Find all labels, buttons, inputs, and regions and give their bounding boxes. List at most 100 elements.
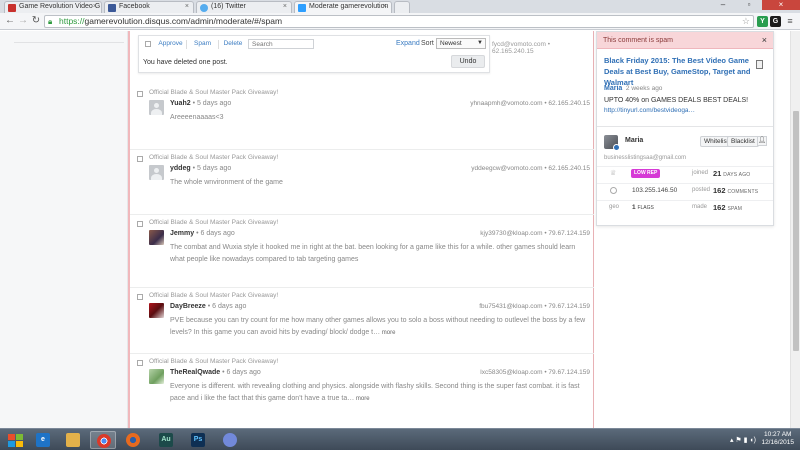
tab-twitter[interactable]: (16) Twitter × (196, 1, 292, 13)
maximize-button[interactable]: ▫ (736, 0, 762, 10)
undo-button[interactable]: Undo (451, 55, 485, 68)
stat-row-reputation: ♕ LOW REP joined 21 DAYS AGO (597, 166, 773, 180)
tab-close-icon[interactable]: × (283, 2, 287, 12)
comment-email-ip: yhnaapmh@vomoto.com • 62.165.240.15 (470, 100, 590, 107)
comment-text: The combat and Wuxia style it hooked me … (170, 244, 576, 263)
clock-date: 12/16/2015 (761, 439, 794, 446)
thread-title[interactable]: Official Blade & Soul Master Pack Giveaw… (149, 358, 278, 365)
globe-icon (610, 187, 617, 194)
reload-icon[interactable]: ↻ (30, 15, 42, 27)
more-link[interactable]: more (380, 330, 396, 336)
comment-email-ip: fbu75431@kloap.com • 79.67.124.159 (479, 303, 590, 310)
extension-y-icon[interactable]: Y (757, 16, 768, 27)
blacklist-button[interactable]: Blacklist (727, 136, 759, 147)
comment-author[interactable]: DayBreeze • 6 days ago (170, 303, 246, 310)
search-input[interactable] (248, 39, 314, 49)
comment-meta: Maria 2 weeks ago (604, 85, 663, 92)
address-bar[interactable]: 🔒︎ https://gamerevolution.disqus.com/adm… (44, 15, 754, 28)
clock[interactable]: 10:27 AM 12/16/2015 (761, 431, 794, 449)
file-explorer-icon[interactable] (60, 431, 86, 449)
photoshop-icon[interactable]: Ps (185, 431, 211, 449)
close-icon[interactable]: × (762, 32, 767, 49)
user-profile-icon[interactable]: 👤︎ (757, 136, 767, 146)
comment-checkbox[interactable] (137, 221, 143, 227)
comment-author[interactable]: yddeg • 5 days ago (170, 165, 231, 172)
comment-checkbox[interactable] (137, 91, 143, 97)
system-tray-icons[interactable]: ▴ ⚑ ▮ ◖) (730, 436, 756, 444)
made-label: made (692, 204, 708, 210)
url-text: https://gamerevolution.disqus.com/admin/… (59, 16, 283, 26)
spam-value: 162 SPAM (713, 203, 743, 212)
discord-icon[interactable] (217, 431, 243, 449)
delete-button[interactable]: Delete (219, 40, 247, 49)
comment-row[interactable]: Official Blade & Soul Master Pack Giveaw… (130, 288, 594, 354)
comment-row[interactable]: Official Blade & Soul Master Pack Giveaw… (130, 150, 594, 215)
tab-strip: Game Revolution Video G × Facebook × (16… (0, 0, 800, 13)
avatar[interactable] (149, 369, 164, 384)
avatar[interactable] (149, 230, 164, 245)
more-link[interactable]: more (354, 396, 370, 402)
comment-checkbox[interactable] (137, 360, 143, 366)
select-all-checkbox[interactable] (145, 41, 151, 47)
comment-row[interactable]: Official Blade & Soul Master Pack Giveaw… (130, 215, 594, 288)
comment-author[interactable]: Yuah2 • 5 days ago (170, 100, 231, 107)
chevron-down-icon: ▼ (477, 40, 483, 46)
comment-email-ip: kjy39730@kloap.com • 79.67.124.159 (480, 230, 590, 237)
expand-link[interactable]: Expand (396, 39, 420, 49)
close-window-button[interactable]: × (762, 0, 800, 10)
page-scrollbar[interactable] (790, 31, 800, 428)
comment-email-ip: lxc58305@kloap.com • 79.67.124.159 (480, 369, 590, 376)
adobe-audition-icon[interactable]: Au (153, 431, 179, 449)
approve-button[interactable]: Approve (155, 40, 187, 49)
comment-checkbox[interactable] (137, 156, 143, 162)
avatar[interactable] (149, 303, 164, 318)
sort-label: Sort (421, 40, 434, 47)
comment-text: PVE because you can try count for me how… (170, 317, 586, 336)
tab-close-icon[interactable]: × (185, 2, 189, 12)
new-tab-button[interactable] (394, 1, 410, 13)
joined-label: joined (692, 170, 709, 176)
user-name[interactable]: Maria (625, 137, 643, 144)
thread-title[interactable]: Official Blade & Soul Master Pack Giveaw… (149, 219, 278, 226)
disqus-badge-icon (613, 144, 620, 151)
spam-button[interactable]: Spam (187, 40, 219, 49)
tab-close-icon[interactable]: × (383, 2, 387, 12)
comment-checkbox[interactable] (137, 294, 143, 300)
comment-email-ip: yddeegcw@vomoto.com • 62.165.240.15 (471, 165, 590, 172)
page-content: fycd@vomoto.com • 62.165.240.15 Approve … (0, 31, 800, 428)
extension-g-icon[interactable]: G (770, 16, 781, 27)
forward-arrow-icon[interactable]: → (17, 15, 29, 27)
spam-status-text: This comment is spam (603, 37, 674, 44)
comment-url-link[interactable]: http://tinyurl.com/bestvideoga… (604, 107, 695, 114)
scrollbar-thumb[interactable] (793, 111, 799, 351)
chrome-menu-icon[interactable]: ≡ (784, 15, 796, 27)
thread-title[interactable]: Official Blade & Soul Master Pack Giveaw… (149, 89, 278, 96)
comment-detail-panel: This comment is spam × Black Friday 2015… (596, 31, 774, 226)
comment-author[interactable]: TheRealQwade • 6 days ago (170, 369, 261, 376)
avatar[interactable] (149, 165, 164, 180)
bookmark-star-icon[interactable]: ☆ (742, 16, 750, 27)
back-arrow-icon[interactable]: ← (4, 15, 16, 27)
left-pane-divider (14, 35, 124, 43)
windows-start-icon[interactable] (6, 432, 24, 448)
comment-author[interactable]: Jemmy • 6 days ago (170, 230, 235, 237)
thread-title[interactable]: Official Blade & Soul Master Pack Giveaw… (149, 292, 278, 299)
sort-select[interactable]: Newest ▼ (436, 38, 486, 49)
internet-explorer-icon[interactable]: e (30, 431, 56, 449)
tab-close-icon[interactable]: × (93, 2, 97, 12)
firefox-icon[interactable] (120, 431, 146, 449)
tab-game-revolution[interactable]: Game Revolution Video G × (4, 1, 102, 13)
tab-moderate-disqus[interactable]: Moderate gamerevolution × (294, 1, 392, 13)
comment-row[interactable]: Official Blade & Soul Master Pack Giveaw… (130, 85, 594, 150)
chrome-icon[interactable] (90, 431, 116, 449)
tab-facebook[interactable]: Facebook × (104, 1, 194, 13)
avatar[interactable] (149, 100, 164, 115)
game-revolution-favicon-icon (8, 4, 16, 12)
posted-label: posted (692, 187, 711, 193)
thread-link[interactable]: Black Friday 2015: The Best Video Game D… (604, 55, 752, 88)
comment-row[interactable]: Official Blade & Soul Master Pack Giveaw… (130, 354, 594, 428)
thread-title[interactable]: Official Blade & Soul Master Pack Giveaw… (149, 154, 278, 161)
document-icon[interactable] (756, 60, 763, 69)
minimize-button[interactable]: – (710, 0, 736, 10)
lock-icon: 🔒︎ (48, 17, 53, 26)
